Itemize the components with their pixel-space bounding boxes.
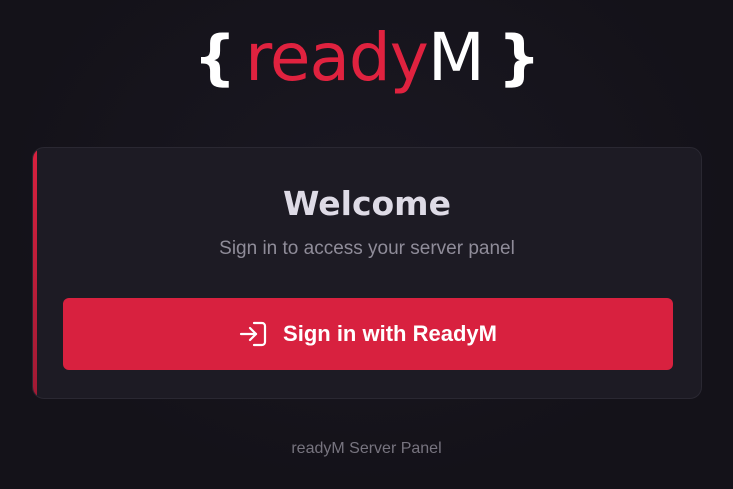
readym-logo: { ready M }: [0, 18, 733, 98]
footer-text: readyM Server Panel: [291, 440, 442, 457]
welcome-subtitle: Sign in to access your server panel: [219, 238, 515, 259]
logo-letter-m: M: [427, 19, 485, 96]
login-arrow-icon: [239, 321, 267, 347]
logo-word-ready: ready: [245, 19, 429, 96]
sign-in-button[interactable]: Sign in with ReadyM: [63, 298, 673, 370]
logo-brace-close: }: [497, 23, 541, 93]
welcome-heading: Welcome: [283, 184, 451, 223]
login-card: Welcome Sign in to access your server pa…: [32, 147, 702, 399]
sign-in-button-label: Sign in with ReadyM: [283, 321, 497, 346]
login-page: { ready M } Welcome Sign in to access yo…: [0, 0, 733, 489]
logo-brace-open: {: [193, 23, 236, 93]
